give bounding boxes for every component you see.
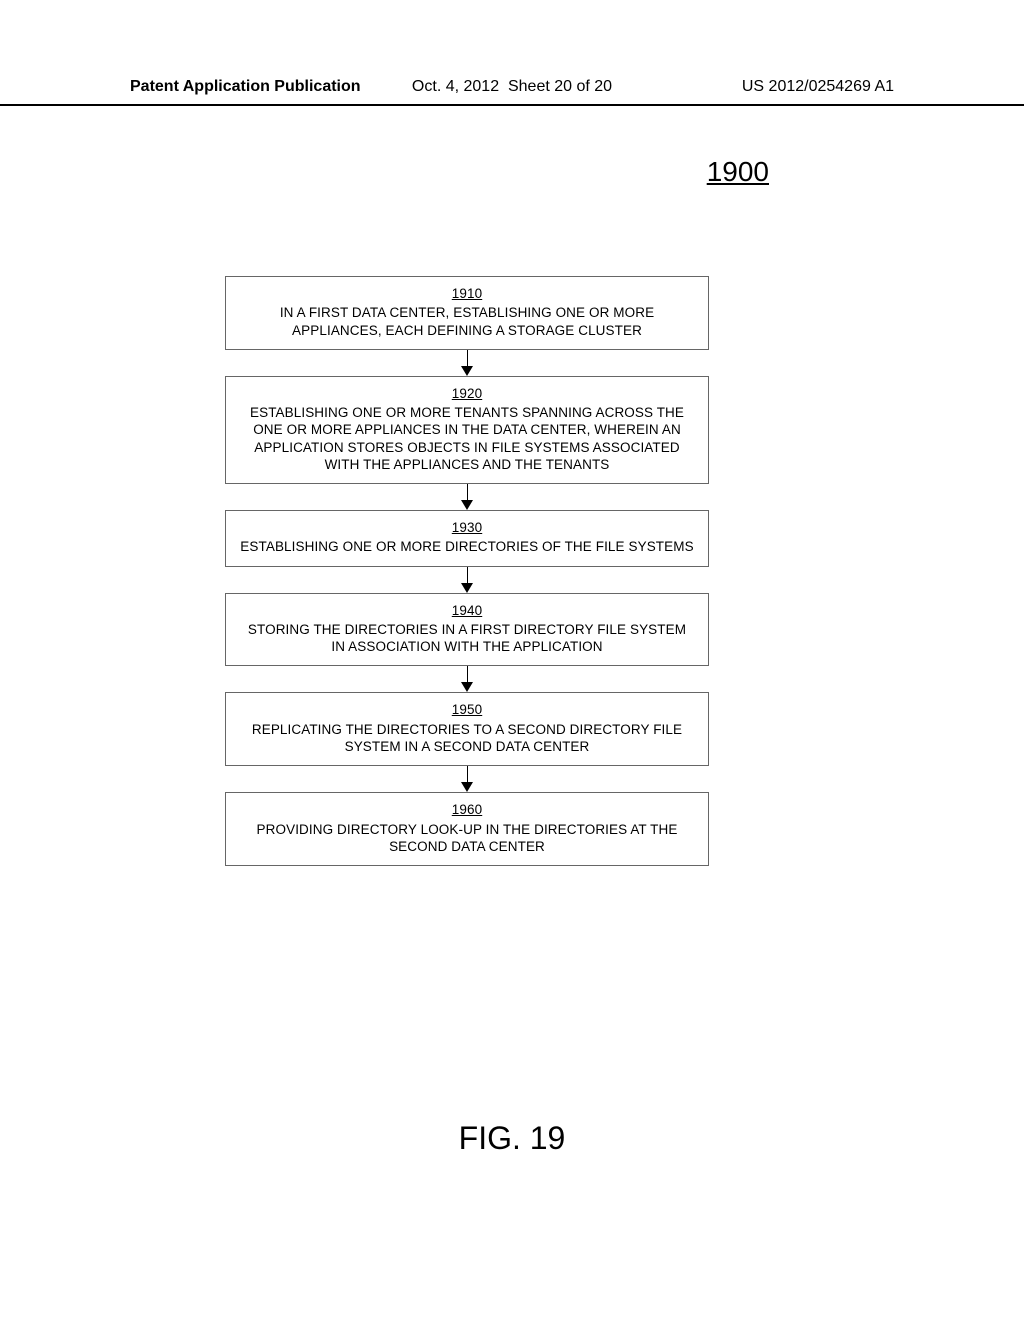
- step-number: 1950: [240, 701, 694, 718]
- flowchart: 1910 IN A FIRST DATA CENTER, ESTABLISHIN…: [225, 276, 709, 866]
- step-text: STORING THE DIRECTORIES IN A FIRST DIREC…: [248, 622, 686, 654]
- step-text: ESTABLISHING ONE OR MORE DIRECTORIES OF …: [240, 539, 693, 554]
- flow-step-1940: 1940 STORING THE DIRECTORIES IN A FIRST …: [225, 593, 709, 667]
- arrow-down-icon: [461, 567, 473, 593]
- step-text: REPLICATING THE DIRECTORIES TO A SECOND …: [252, 722, 682, 754]
- flow-step-1920: 1920 ESTABLISHING ONE OR MORE TENANTS SP…: [225, 376, 709, 484]
- step-text: IN A FIRST DATA CENTER, ESTABLISHING ONE…: [280, 305, 654, 337]
- step-number: 1930: [240, 519, 694, 536]
- patent-page: Patent Application Publication Oct. 4, 2…: [0, 0, 1024, 1320]
- step-number: 1910: [240, 285, 694, 302]
- flow-step-1960: 1960 PROVIDING DIRECTORY LOOK-UP IN THE …: [225, 792, 709, 866]
- step-text: ESTABLISHING ONE OR MORE TENANTS SPANNIN…: [250, 405, 684, 472]
- flow-step-1950: 1950 REPLICATING THE DIRECTORIES TO A SE…: [225, 692, 709, 766]
- arrow-down-icon: [461, 484, 473, 510]
- step-number: 1940: [240, 602, 694, 619]
- flow-step-1910: 1910 IN A FIRST DATA CENTER, ESTABLISHIN…: [225, 276, 709, 350]
- header-date-sheet: Oct. 4, 2012 Sheet 20 of 20: [385, 78, 640, 96]
- header-pubno: US 2012/0254269 A1: [639, 78, 894, 96]
- step-text: PROVIDING DIRECTORY LOOK-UP IN THE DIREC…: [257, 822, 678, 854]
- flow-step-1930: 1930 ESTABLISHING ONE OR MORE DIRECTORIE…: [225, 510, 709, 567]
- figure-label: FIG. 19: [0, 1120, 1024, 1157]
- header-row: Patent Application Publication Oct. 4, 2…: [130, 78, 894, 96]
- arrow-down-icon: [461, 766, 473, 792]
- step-number: 1960: [240, 801, 694, 818]
- step-number: 1920: [240, 385, 694, 402]
- header-sheet: Sheet 20 of 20: [508, 78, 612, 95]
- arrow-down-icon: [461, 666, 473, 692]
- figure-reference-number: 1900: [707, 156, 769, 188]
- page-header: Patent Application Publication Oct. 4, 2…: [0, 78, 1024, 106]
- header-publication-type: Patent Application Publication: [130, 78, 385, 96]
- arrow-down-icon: [461, 350, 473, 376]
- header-date: Oct. 4, 2012: [412, 78, 499, 95]
